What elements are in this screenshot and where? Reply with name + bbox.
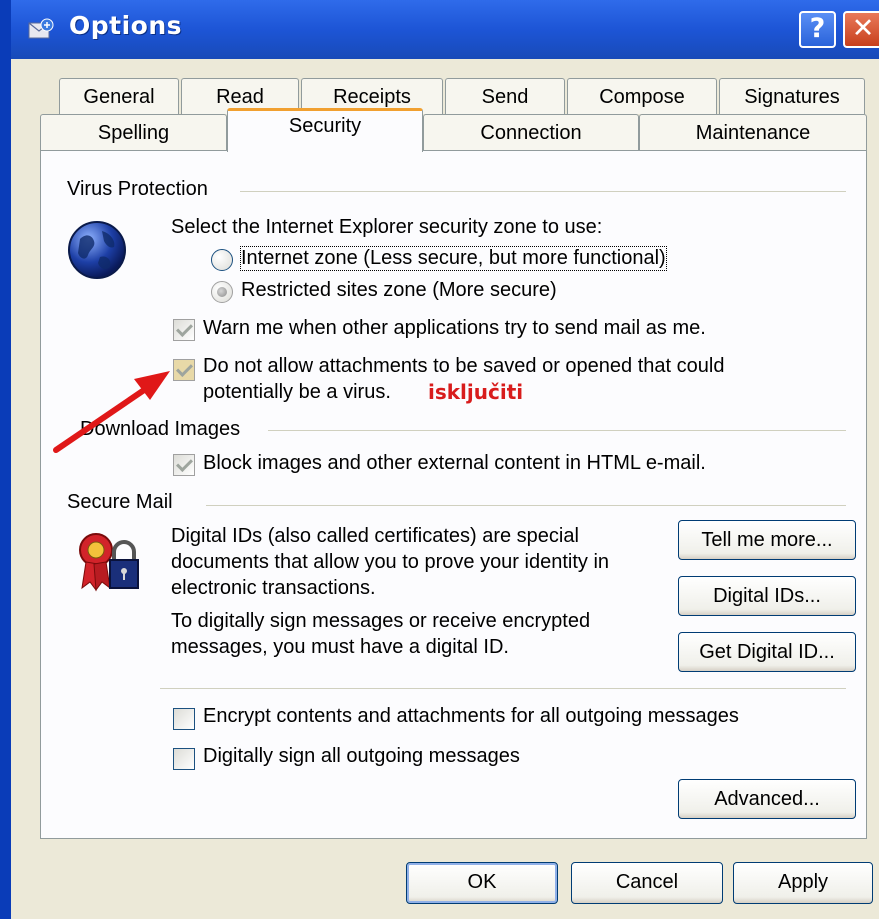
restricted-zone-radio[interactable] — [211, 281, 233, 303]
help-button[interactable]: ? — [799, 11, 836, 48]
ok-button[interactable]: OK — [406, 862, 558, 904]
digital-ids-desc-line2: documents that allow you to prove your i… — [171, 551, 610, 573]
group-label-secure-mail: Secure Mail — [67, 491, 183, 514]
options-dialog: Options ? ✕ General Read Receipts Send C… — [11, 0, 879, 919]
tab-maintenance[interactable]: Maintenance — [639, 114, 867, 151]
encrypt-label[interactable]: Encrypt contents and attachments for all… — [203, 705, 739, 728]
digitally-sign-label[interactable]: Digitally sign all outgoing messages — [203, 745, 520, 768]
mail-app-icon — [28, 18, 54, 39]
digital-ids-button[interactable]: Digital IDs... — [678, 576, 856, 616]
tab-general[interactable]: General — [59, 78, 179, 114]
digitally-sign-checkbox[interactable] — [173, 748, 195, 770]
internet-zone-radio[interactable] — [211, 249, 233, 271]
sign-info-line1: To digitally sign messages or receive en… — [171, 610, 591, 632]
encrypt-checkbox[interactable] — [173, 708, 195, 730]
digital-ids-desc-line1: Digital IDs (also called certificates) a… — [171, 525, 579, 547]
block-attachments-label-line2[interactable]: potentially be a virus. — [203, 381, 391, 404]
certificate-lock-icon — [79, 533, 139, 592]
tab-signatures[interactable]: Signatures — [719, 78, 865, 114]
block-attachments-checkbox[interactable] — [173, 359, 195, 381]
group-label-download-images: Download Images — [80, 418, 251, 441]
warn-send-mail-label[interactable]: Warn me when other applications try to s… — [203, 317, 706, 340]
group-divider — [240, 191, 846, 192]
apply-button[interactable]: Apply — [733, 862, 873, 904]
block-images-label[interactable]: Block images and other external content … — [203, 452, 706, 475]
group-divider — [206, 505, 846, 506]
zone-prompt-text: Select the Internet Explorer security zo… — [171, 216, 603, 238]
block-attachments-label-line1[interactable]: Do not allow attachments to be saved or … — [203, 355, 724, 378]
get-digital-id-button[interactable]: Get Digital ID... — [678, 632, 856, 672]
group-label-virus-protection: Virus Protection — [67, 178, 218, 201]
window-title: Options — [69, 11, 183, 40]
security-panel-content: Virus Protection Select the Internet Exp… — [40, 150, 867, 839]
advanced-button[interactable]: Advanced... — [678, 779, 856, 819]
tab-compose[interactable]: Compose — [567, 78, 717, 114]
tell-me-more-button[interactable]: Tell me more... — [678, 520, 856, 560]
tab-spelling[interactable]: Spelling — [40, 114, 227, 151]
block-images-checkbox[interactable] — [173, 454, 195, 476]
internet-zone-label[interactable]: Internet zone (Less secure, but more fun… — [240, 246, 667, 271]
background-window-edge — [0, 0, 11, 919]
tab-security[interactable]: Security — [227, 108, 423, 152]
group-divider — [268, 430, 846, 431]
close-button[interactable]: ✕ — [843, 11, 879, 48]
tab-connection[interactable]: Connection — [423, 114, 639, 151]
annotation-text: isključiti — [428, 380, 524, 404]
tab-send[interactable]: Send — [445, 78, 565, 114]
sign-info-line2: messages, you must have a digital ID. — [171, 636, 509, 658]
digital-ids-desc-line3: electronic transactions. — [171, 577, 376, 599]
title-bar[interactable]: Options ? ✕ — [11, 0, 879, 59]
cancel-button[interactable]: Cancel — [571, 862, 723, 904]
restricted-zone-label[interactable]: Restricted sites zone (More secure) — [241, 279, 557, 302]
warn-send-mail-checkbox[interactable] — [173, 319, 195, 341]
screen: Options ? ✕ General Read Receipts Send C… — [0, 0, 879, 919]
globe-icon — [68, 221, 126, 279]
separator — [160, 688, 846, 689]
